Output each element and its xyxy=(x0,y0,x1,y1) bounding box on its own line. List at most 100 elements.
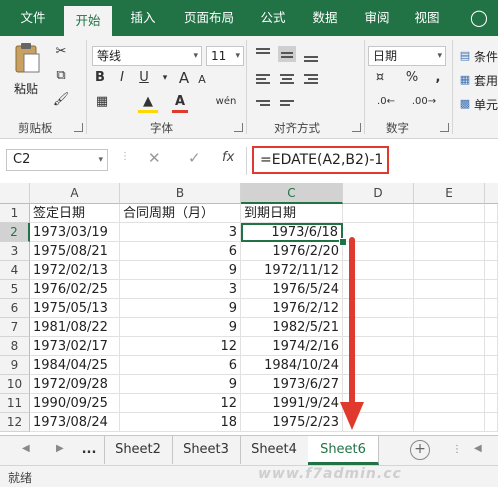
enter-icon[interactable]: ✓ xyxy=(188,149,201,167)
font-shrink-button[interactable]: A xyxy=(196,72,208,88)
row-header[interactable]: 8 xyxy=(0,337,30,356)
cell-f5[interactable] xyxy=(485,280,498,299)
cell-e5[interactable] xyxy=(414,280,485,299)
copy-icon[interactable]: ⧉ xyxy=(52,68,70,84)
alignment-launcher-icon[interactable] xyxy=(352,123,361,132)
font-color-icon[interactable]: A xyxy=(172,94,188,113)
cell-b2[interactable]: 3 xyxy=(120,223,241,242)
cell-b6[interactable]: 9 xyxy=(120,299,241,318)
italic-button[interactable]: I xyxy=(114,70,130,86)
sheet-tab-sheet4[interactable]: Sheet4 xyxy=(240,436,309,464)
tab-formulas[interactable]: 公式 xyxy=(250,0,296,36)
cut-icon[interactable]: ✂ xyxy=(52,44,70,60)
row-header[interactable]: 5 xyxy=(0,280,30,299)
cell-c2[interactable]: 1973/6/18 xyxy=(241,223,343,242)
number-launcher-icon[interactable] xyxy=(440,123,449,132)
column-header-a[interactable]: A xyxy=(30,183,120,204)
cell-a6[interactable]: 1975/05/13 xyxy=(30,299,120,318)
column-header-d[interactable]: D xyxy=(343,183,414,204)
cell-b11[interactable]: 12 xyxy=(120,394,241,413)
cancel-icon[interactable]: ✕ xyxy=(148,149,161,167)
cell-c7[interactable]: 1982/5/21 xyxy=(241,318,343,337)
underline-button[interactable]: U xyxy=(136,70,152,86)
cell-c6[interactable]: 1976/2/12 xyxy=(241,299,343,318)
cell-a4[interactable]: 1972/02/13 xyxy=(30,261,120,280)
cell-d1[interactable] xyxy=(343,204,414,223)
sheet-tab-sheet2[interactable]: Sheet2 xyxy=(104,436,173,464)
cell-e10[interactable] xyxy=(414,375,485,394)
cell-f8[interactable] xyxy=(485,337,498,356)
cell-b10[interactable]: 9 xyxy=(120,375,241,394)
cell-a1[interactable]: 签定日期 xyxy=(30,204,120,223)
percent-button[interactable]: % xyxy=(404,70,420,86)
cell-a2[interactable]: 1973/03/19 xyxy=(30,223,120,242)
cell-a12[interactable]: 1973/08/24 xyxy=(30,413,120,432)
scroll-left-icon[interactable]: ◀ xyxy=(474,443,482,454)
add-sheet-icon[interactable]: + xyxy=(410,440,430,460)
cell-b1[interactable]: 合同周期（月） xyxy=(120,204,241,223)
cell-f12[interactable] xyxy=(485,413,498,432)
sheet-tab-more[interactable]: ... xyxy=(74,436,105,464)
cell-c4[interactable]: 1972/11/12 xyxy=(241,261,343,280)
cell-f10[interactable] xyxy=(485,375,498,394)
sheet-tab-sheet3[interactable]: Sheet3 xyxy=(172,436,241,464)
paste-button[interactable]: 粘贴 xyxy=(14,80,38,97)
currency-icon[interactable]: ¤ xyxy=(370,70,390,86)
scroll-left-icon[interactable]: ◀ xyxy=(22,443,30,454)
font-launcher-icon[interactable] xyxy=(234,123,243,132)
cell-b7[interactable]: 9 xyxy=(120,318,241,337)
row-header[interactable]: 10 xyxy=(0,375,30,394)
cell-e3[interactable] xyxy=(414,242,485,261)
format-painter-icon[interactable]: 🖌 xyxy=(52,92,70,108)
tab-review[interactable]: 审阅 xyxy=(354,0,400,36)
phonetic-button[interactable]: wén xyxy=(214,94,238,110)
cell-c12[interactable]: 1975/2/23 xyxy=(241,413,343,432)
cell-e6[interactable] xyxy=(414,299,485,318)
row-header[interactable]: 2 xyxy=(0,223,30,242)
conditional-format-button[interactable]: 条件 xyxy=(474,48,498,65)
chevron-down-icon[interactable]: ▾ xyxy=(160,70,170,86)
cell-f6[interactable] xyxy=(485,299,498,318)
cell-f11[interactable] xyxy=(485,394,498,413)
cell-a9[interactable]: 1984/04/25 xyxy=(30,356,120,375)
row-header[interactable]: 4 xyxy=(0,261,30,280)
cell-f2[interactable] xyxy=(485,223,498,242)
cell-styles-button[interactable]: 单元 xyxy=(474,96,498,113)
select-all-corner[interactable] xyxy=(0,183,30,204)
cell-e8[interactable] xyxy=(414,337,485,356)
tab-home[interactable]: 开始 xyxy=(64,6,112,36)
cell-a11[interactable]: 1990/09/25 xyxy=(30,394,120,413)
cell-e11[interactable] xyxy=(414,394,485,413)
font-name-select[interactable]: 等线 ▾ xyxy=(92,46,202,66)
row-header[interactable]: 11 xyxy=(0,394,30,413)
cell-a8[interactable]: 1973/02/17 xyxy=(30,337,120,356)
cell-c10[interactable]: 1973/6/27 xyxy=(241,375,343,394)
row-header[interactable]: 7 xyxy=(0,318,30,337)
cell-e9[interactable] xyxy=(414,356,485,375)
format-as-table-icon[interactable]: ▦ xyxy=(458,72,472,88)
cell-b3[interactable]: 6 xyxy=(120,242,241,261)
tab-page-layout[interactable]: 页面布局 xyxy=(174,0,244,36)
cell-c11[interactable]: 1991/9/24 xyxy=(241,394,343,413)
tab-insert[interactable]: 插入 xyxy=(120,0,166,36)
row-header[interactable]: 6 xyxy=(0,299,30,318)
cell-e7[interactable] xyxy=(414,318,485,337)
insert-function-button[interactable]: fx xyxy=(222,150,234,165)
cell-f3[interactable] xyxy=(485,242,498,261)
row-header[interactable]: 1 xyxy=(0,204,30,223)
column-header-f[interactable] xyxy=(485,183,498,204)
lightbulb-icon[interactable]: ◯ xyxy=(462,0,496,36)
format-as-table-button[interactable]: 套用 xyxy=(474,72,498,89)
fill-color-icon[interactable]: ▲ xyxy=(138,94,158,113)
cell-a10[interactable]: 1972/09/28 xyxy=(30,375,120,394)
cell-f9[interactable] xyxy=(485,356,498,375)
column-header-e[interactable]: E xyxy=(414,183,485,204)
cell-c3[interactable]: 1976/2/20 xyxy=(241,242,343,261)
formula-input[interactable]: =EDATE(A2,B2)-1 xyxy=(252,146,389,174)
cell-b9[interactable]: 6 xyxy=(120,356,241,375)
paste-icon[interactable] xyxy=(12,42,42,76)
cell-b4[interactable]: 9 xyxy=(120,261,241,280)
cell-a7[interactable]: 1981/08/22 xyxy=(30,318,120,337)
scroll-right-icon[interactable]: ▶ xyxy=(56,443,64,454)
border-icon[interactable]: ▦ xyxy=(92,94,112,110)
